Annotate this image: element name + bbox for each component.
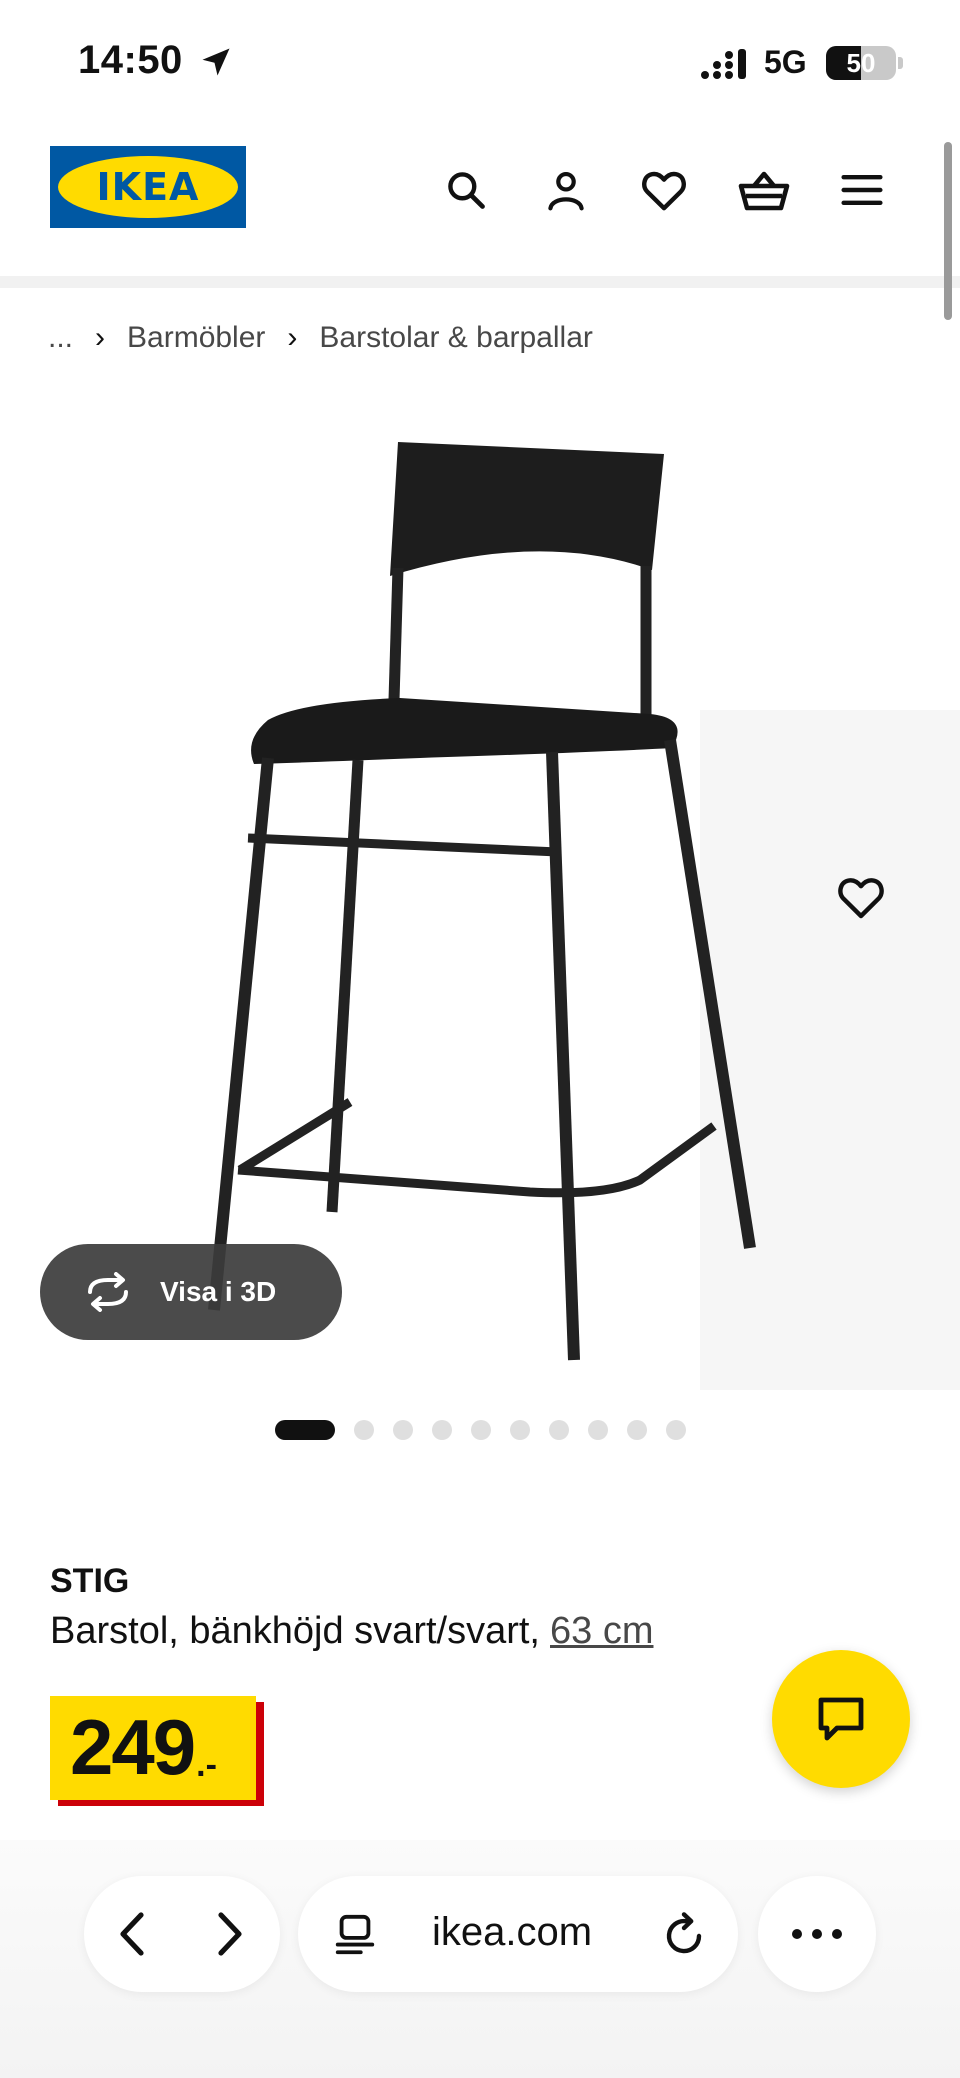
account-icon[interactable] (540, 164, 592, 216)
more-button[interactable] (758, 1876, 876, 1992)
url-text: ikea.com (432, 1910, 593, 1954)
scrollbar-thumb[interactable] (944, 142, 952, 320)
carousel-dot[interactable] (548, 1420, 569, 1440)
browser-toolbar: ikea.com (0, 1840, 960, 2078)
cart-icon[interactable] (738, 164, 790, 216)
price-amount: 249 (70, 1703, 196, 1791)
product-description-text: Barstol, bänkhöjd svart/svart, (50, 1610, 540, 1652)
price-suffix: .- (196, 1746, 217, 1784)
navigation-pill (84, 1876, 280, 1992)
favorite-heart-icon[interactable] (834, 870, 888, 924)
chevron-right-icon: › (287, 321, 298, 354)
breadcrumb-item-barstolar[interactable]: Barstolar & barpallar (319, 321, 592, 355)
carousel-dot[interactable] (353, 1420, 374, 1440)
battery-nub (898, 57, 903, 69)
product-name: STIG (50, 1562, 130, 1600)
chevron-right-icon: › (95, 321, 106, 354)
location-arrow-icon (202, 48, 230, 76)
chat-icon (818, 1697, 864, 1741)
signal-icon (701, 49, 746, 79)
rotate-3d-icon (88, 1272, 128, 1312)
reader-icon[interactable] (332, 1912, 378, 1958)
carousel-dot[interactable] (587, 1420, 608, 1440)
back-button[interactable] (102, 1904, 162, 1964)
logo-text: IKEA (96, 165, 200, 209)
breadcrumb-item-barmobler[interactable]: Barmöbler (127, 321, 265, 355)
price-tag: 249 .- (50, 1696, 264, 1806)
breadcrumb-ellipsis[interactable]: ... (48, 321, 73, 355)
carousel-dot[interactable] (274, 1420, 335, 1440)
favorites-icon[interactable] (638, 164, 690, 216)
carousel-dot[interactable] (665, 1420, 686, 1440)
product-image[interactable] (0, 380, 960, 1390)
battery-icon: 50 (826, 46, 896, 80)
chat-button[interactable] (772, 1650, 910, 1788)
carousel-dot[interactable] (470, 1420, 491, 1440)
address-bar[interactable]: ikea.com (298, 1876, 738, 1992)
header-divider (0, 276, 960, 288)
menu-icon[interactable] (836, 164, 888, 216)
size-link[interactable]: 63 cm (550, 1610, 653, 1652)
chevron-left-icon (120, 1912, 144, 1956)
carousel-dot[interactable] (431, 1420, 452, 1440)
chevron-right-icon (218, 1912, 242, 1956)
carousel-dot[interactable] (626, 1420, 647, 1440)
status-time: 14:50 (78, 38, 183, 82)
ikea-logo[interactable]: IKEA (50, 146, 246, 228)
view-3d-label: Visa i 3D (160, 1276, 277, 1307)
forward-button[interactable] (200, 1904, 260, 1964)
price-tag-face: 249 .- (50, 1696, 256, 1800)
breadcrumb: ... › Barmöbler › Barstolar & barpallar (48, 318, 593, 358)
product-description: Barstol, bänkhöjd svart/svart, 63 cm (50, 1610, 653, 1653)
bar-stool-image (208, 442, 756, 1361)
carousel-dots (0, 1420, 960, 1440)
carousel-dot[interactable] (392, 1420, 413, 1440)
reload-icon[interactable] (660, 1910, 708, 1958)
site-header: IKEA (0, 120, 960, 276)
view-3d-button[interactable]: Visa i 3D (40, 1244, 342, 1340)
more-icon (792, 1929, 842, 1939)
search-icon[interactable] (440, 164, 492, 216)
carousel-dot[interactable] (509, 1420, 530, 1440)
network-type: 5G (764, 44, 807, 80)
battery-percent: 50 (846, 48, 876, 78)
status-bar: 14:50 5G 50 (0, 0, 960, 120)
